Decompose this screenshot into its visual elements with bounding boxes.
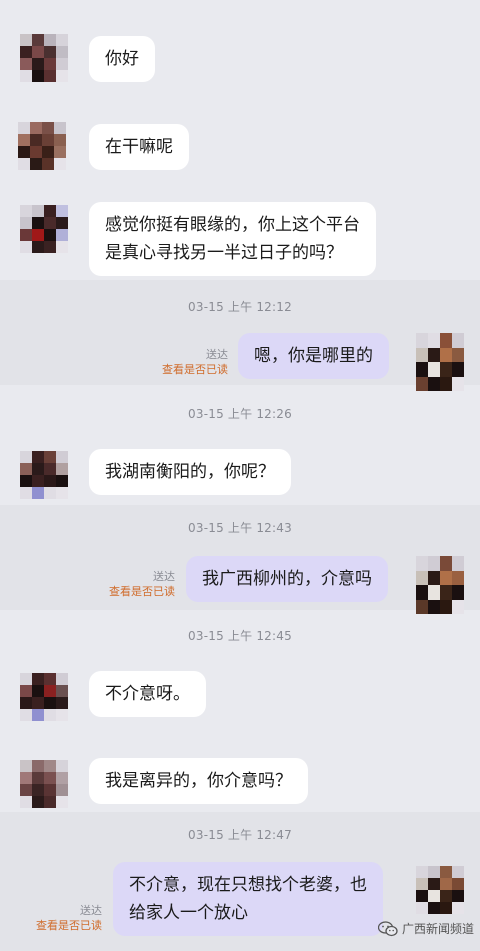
read-check-link[interactable]: 查看是否已读 bbox=[109, 584, 175, 599]
message-text: 不介意呀。 bbox=[105, 684, 190, 704]
message-bubble-self[interactable]: 嗯，你是哪里的 bbox=[238, 333, 389, 379]
self-avatar[interactable] bbox=[416, 333, 464, 391]
message-status: 送达 查看是否已读 bbox=[109, 569, 175, 599]
message-bubble[interactable]: 不介意呀。 bbox=[89, 671, 206, 717]
message-bubble[interactable]: 我是离异的，你介意吗？ bbox=[89, 758, 308, 804]
wechat-icon bbox=[377, 920, 398, 937]
timestamp: 03-15 上午 12:45 bbox=[188, 629, 292, 643]
read-check-link[interactable]: 查看是否已读 bbox=[162, 362, 228, 377]
timestamp: 03-15 上午 12:26 bbox=[188, 407, 292, 421]
message-status: 送达 查看是否已读 bbox=[162, 347, 228, 377]
message-text: 在干嘛呢 bbox=[105, 137, 173, 157]
watermark-text: 广西新闻频道 bbox=[401, 922, 474, 936]
message-bubble[interactable]: 你好 bbox=[89, 36, 155, 82]
contact-avatar[interactable] bbox=[20, 34, 68, 82]
message-bubble[interactable]: 在干嘛呢 bbox=[89, 124, 189, 170]
message-text-line: 是真心寻找另一半过日子的吗？ bbox=[105, 243, 343, 263]
timestamp: 03-15 上午 12:12 bbox=[188, 300, 292, 314]
message-bubble[interactable]: 我湖南衡阳的，你呢？ bbox=[89, 449, 291, 495]
message-text-line: 感觉你挺有眼缘的，你上这个平台 bbox=[105, 215, 360, 235]
message-text: 你好 bbox=[105, 49, 139, 69]
message-text: 嗯，你是哪里的 bbox=[254, 346, 373, 366]
contact-avatar[interactable] bbox=[18, 122, 66, 170]
delivered-label: 送达 bbox=[153, 570, 175, 583]
delivered-label: 送达 bbox=[206, 348, 228, 361]
timestamp-cutoff: ·· bbox=[0, 0, 480, 4]
message-text-line: 给家人一个放心 bbox=[129, 903, 248, 923]
contact-avatar[interactable] bbox=[20, 205, 68, 253]
timestamp: 03-15 上午 12:47 bbox=[188, 828, 292, 842]
timestamp: 03-15 上午 12:43 bbox=[188, 521, 292, 535]
message-bubble-self[interactable]: 我广西柳州的，介意吗 bbox=[186, 556, 388, 602]
message-text-line: 不介意，现在只想找个老婆，也 bbox=[129, 875, 367, 895]
message-bubble[interactable]: 感觉你挺有眼缘的，你上这个平台 是真心寻找另一半过日子的吗？ bbox=[89, 202, 376, 276]
message-text: 我是离异的，你介意吗？ bbox=[105, 771, 292, 791]
self-avatar[interactable] bbox=[416, 866, 464, 914]
contact-avatar[interactable] bbox=[20, 760, 68, 808]
message-bubble-self[interactable]: 不介意，现在只想找个老婆，也 给家人一个放心 bbox=[113, 862, 383, 936]
watermark: 广西新闻频道 bbox=[377, 920, 474, 937]
contact-avatar[interactable] bbox=[20, 451, 68, 499]
message-text: 我湖南衡阳的，你呢？ bbox=[105, 462, 275, 482]
read-check-link[interactable]: 查看是否已读 bbox=[36, 918, 102, 933]
contact-avatar[interactable] bbox=[20, 673, 68, 721]
self-avatar[interactable] bbox=[416, 556, 464, 614]
delivered-label: 送达 bbox=[80, 904, 102, 917]
message-status: 送达 查看是否已读 bbox=[36, 903, 102, 933]
message-text: 我广西柳州的，介意吗 bbox=[202, 569, 372, 589]
